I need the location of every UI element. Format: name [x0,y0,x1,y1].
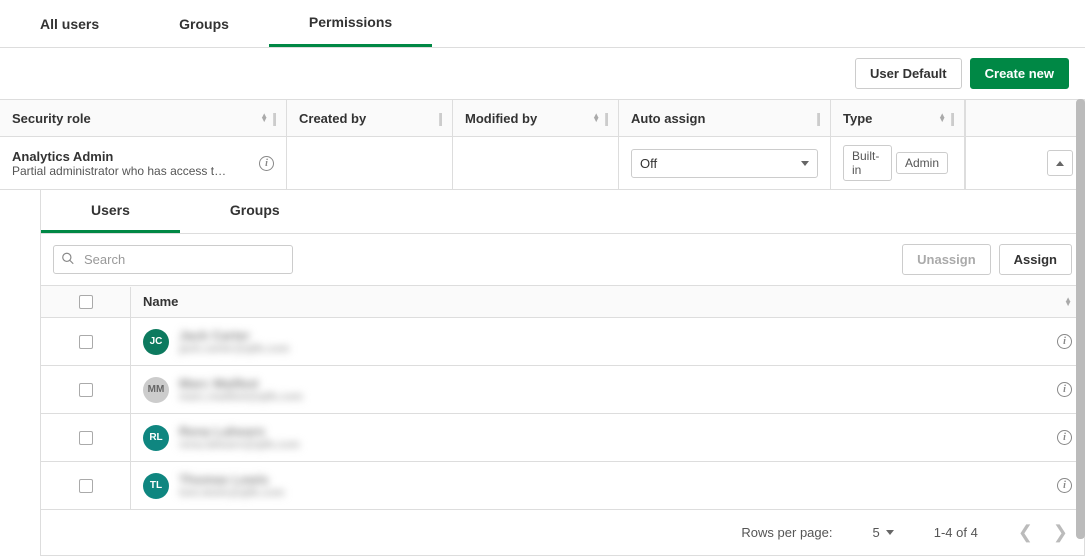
tab-all-users[interactable]: All users [0,0,139,47]
info-icon[interactable]: i [1057,478,1072,493]
role-row[interactable]: Analytics Admin Partial administrator wh… [0,137,1085,190]
assign-button[interactable]: Assign [999,244,1072,275]
name-column-label: Name [143,294,178,309]
auto-assign-dropdown[interactable]: Off [631,149,818,178]
collapse-button[interactable] [1047,150,1073,176]
column-modified-by[interactable]: Modified by ▲▼ || [453,100,619,136]
column-label: Auto assign [631,111,705,126]
resize-handle-icon[interactable]: || [950,110,952,126]
column-type[interactable]: Type ▲▼ || [831,100,965,136]
scrollbar-thumb[interactable] [1076,99,1085,539]
tab-permissions[interactable]: Permissions [269,0,432,47]
select-all-checkbox[interactable] [79,295,93,309]
user-checkbox[interactable] [79,479,93,493]
info-icon[interactable]: i [1057,430,1072,445]
user-row[interactable]: MM Marc Mailbot marc.mailbot@qlik.com i [41,366,1084,414]
user-identity: Thomas Lewis tom.lewis@qlik.com [179,472,284,499]
scrollbar[interactable] [1076,99,1085,539]
toolbar: User Default Create new [0,48,1085,100]
column-actions [965,100,1085,136]
search-input[interactable] [53,245,293,274]
rows-per-page-select[interactable]: 5 [872,525,893,540]
search-icon [61,251,75,268]
chevron-down-icon [886,530,894,535]
info-icon[interactable]: i [1057,382,1072,397]
info-icon[interactable]: i [259,156,274,171]
column-label: Type [843,111,872,126]
user-row[interactable]: JC Jack Carter jack.carter@qlik.com i [41,318,1084,366]
sort-icon[interactable]: ▲▼ [1064,298,1072,306]
column-label: Created by [299,111,366,126]
user-default-button[interactable]: User Default [855,58,962,89]
nested-panel: Users Groups Unassign Assign Name ▲▼ JC [40,190,1085,556]
sort-icon[interactable]: ▲▼ [938,114,946,122]
rows-per-page-label: Rows per page: [741,525,832,540]
chevron-up-icon [1056,161,1064,166]
type-tag-admin: Admin [896,152,948,174]
resize-handle-icon[interactable]: || [272,110,274,126]
user-row[interactable]: TL Thomas Lewis tom.lewis@qlik.com i [41,462,1084,510]
users-header: Name ▲▼ [41,286,1084,318]
top-tabs: All users Groups Permissions [0,0,1085,48]
tab-groups[interactable]: Groups [139,0,269,47]
user-checkbox[interactable] [79,383,93,397]
nested-toolbar: Unassign Assign [41,234,1084,286]
role-title: Analytics Admin [12,149,259,164]
cell-modified-by [453,137,619,189]
role-description: Partial administrator who has access t… [12,164,242,178]
chevron-down-icon [801,161,809,166]
next-page-button[interactable]: ❯ [1053,522,1068,543]
type-tag-builtin: Built-in [843,145,892,181]
resize-handle-icon[interactable]: || [438,110,440,126]
cell-created-by [287,137,453,189]
avatar: TL [143,473,169,499]
resize-handle-icon[interactable]: || [604,110,606,126]
pagination: Rows per page: 5 1-4 of 4 ❮ ❯ [41,510,1084,556]
column-security-role[interactable]: Security role ▲▼ || [0,100,287,136]
user-checkbox[interactable] [79,431,93,445]
avatar: JC [143,329,169,355]
sort-icon[interactable]: ▲▼ [260,114,268,122]
avatar: RL [143,425,169,451]
user-identity: Jack Carter jack.carter@qlik.com [179,328,289,355]
resize-handle-icon[interactable]: || [816,110,818,126]
pagination-range: 1-4 of 4 [934,525,978,540]
nested-tab-users[interactable]: Users [41,190,180,233]
column-auto-assign[interactable]: Auto assign || [619,100,831,136]
nested-tabs: Users Groups [41,190,1084,234]
user-identity: Rena Lahearn rena.lahearn@qlik.com [179,424,300,451]
user-identity: Marc Mailbot marc.mailbot@qlik.com [179,376,303,403]
column-label: Security role [12,111,91,126]
user-row[interactable]: RL Rena Lahearn rena.lahearn@qlik.com i [41,414,1084,462]
user-checkbox[interactable] [79,335,93,349]
create-new-button[interactable]: Create new [970,58,1069,89]
sort-icon[interactable]: ▲▼ [592,114,600,122]
column-created-by[interactable]: Created by || [287,100,453,136]
dropdown-value: Off [640,156,657,171]
info-icon[interactable]: i [1057,334,1072,349]
grid-header: Security role ▲▼ || Created by || Modifi… [0,100,1085,137]
avatar: MM [143,377,169,403]
unassign-button[interactable]: Unassign [902,244,991,275]
nested-tab-groups[interactable]: Groups [180,190,330,233]
prev-page-button[interactable]: ❮ [1018,522,1033,543]
column-label: Modified by [465,111,537,126]
